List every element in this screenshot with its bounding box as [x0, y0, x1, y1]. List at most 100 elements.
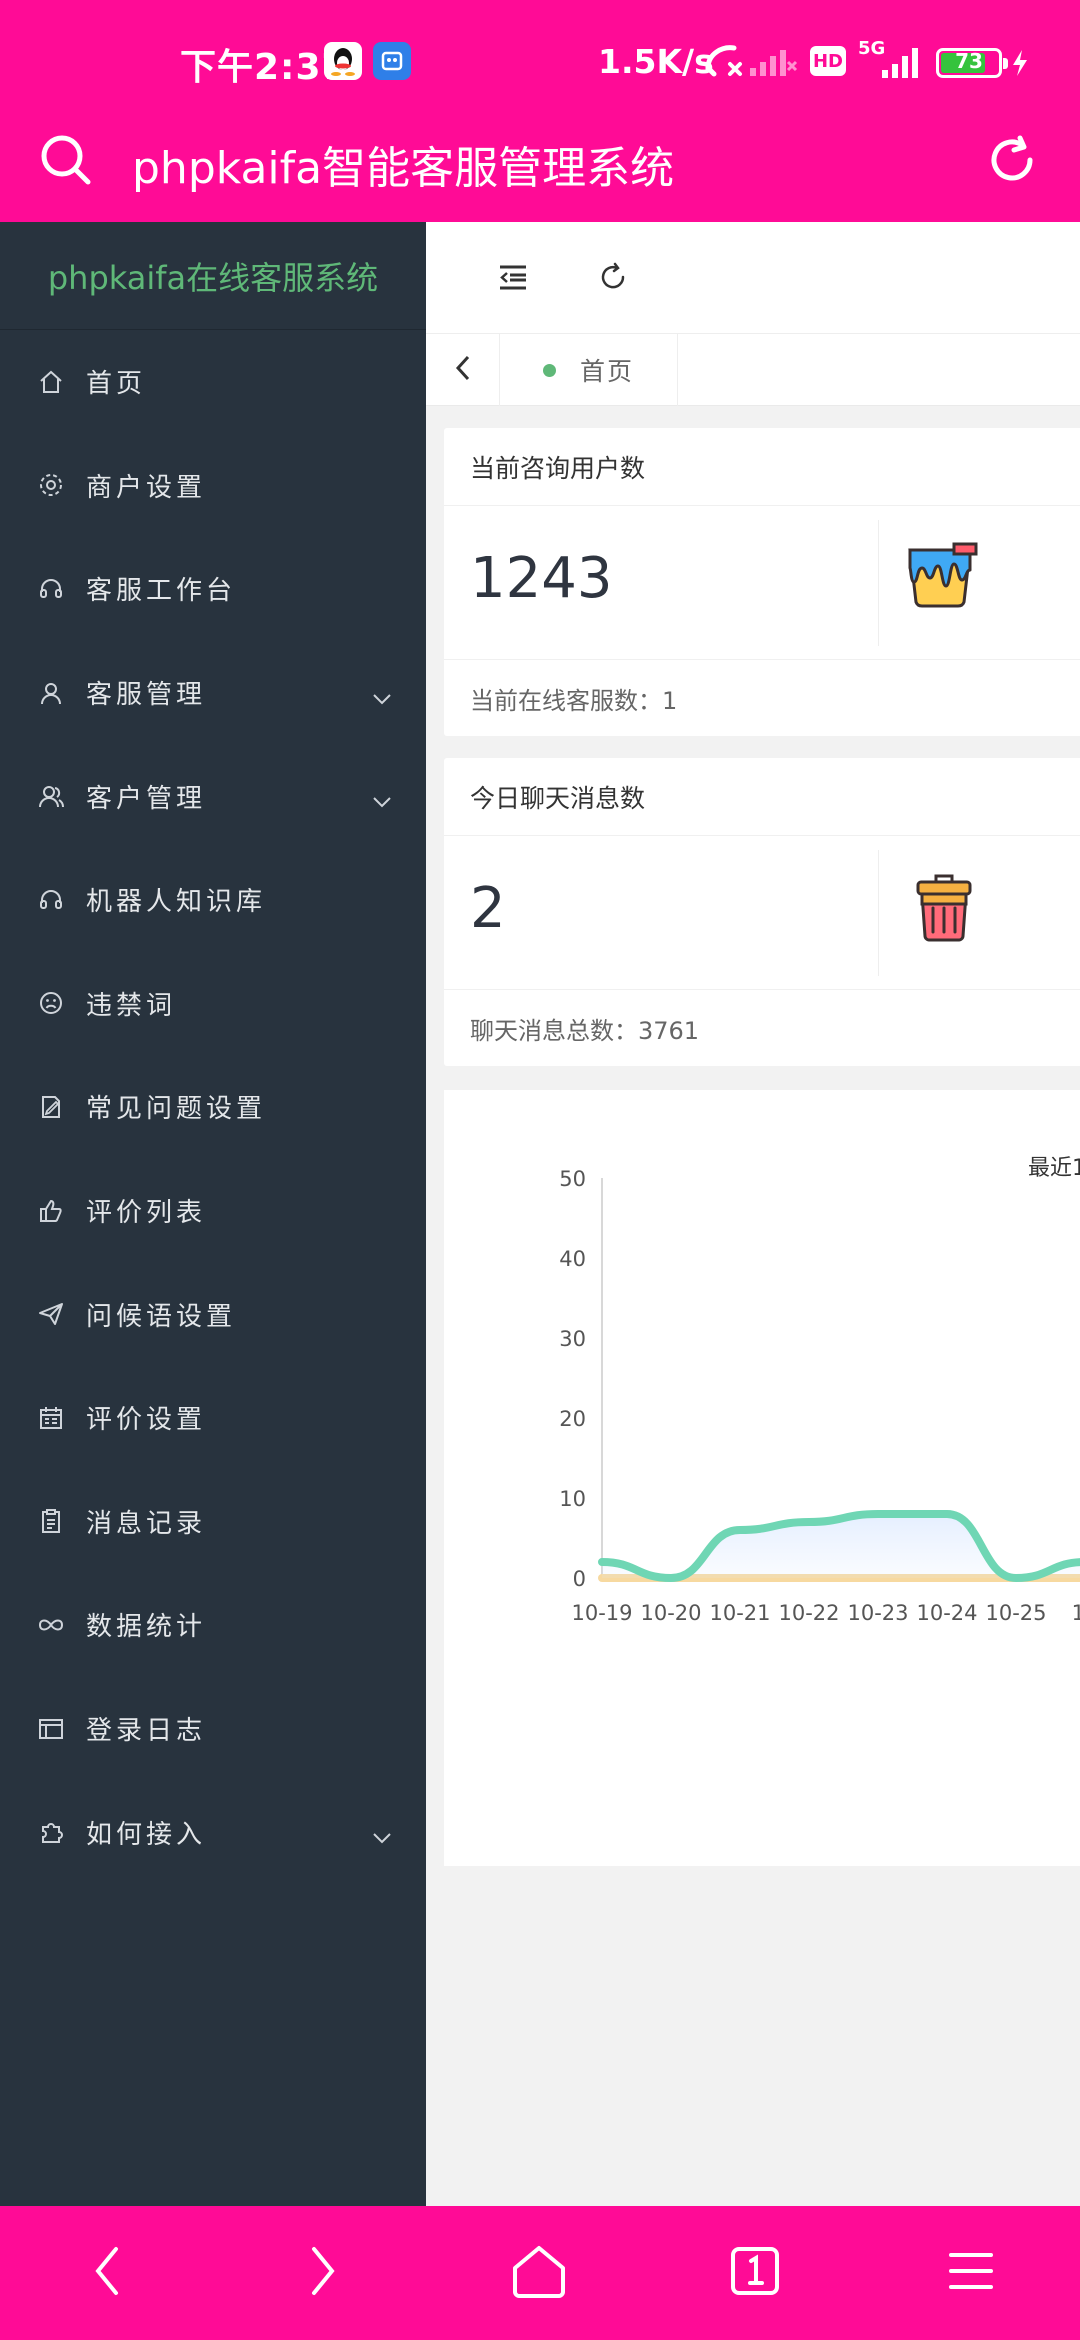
forward-button[interactable]	[286, 2236, 360, 2310]
sidebar-item-faq-settings[interactable]: 常见问题设置	[0, 1055, 426, 1159]
send-icon	[36, 1299, 66, 1329]
x-tick-label: 10-19	[571, 1601, 632, 1625]
home-icon	[511, 2244, 567, 2302]
sidebar-item-banned-words[interactable]: 违禁词	[0, 952, 426, 1056]
sidebar-item-label: 违禁词	[86, 990, 177, 1021]
sidebar-item-label: 客服管理	[86, 680, 207, 711]
x-tick-label: 10-24	[916, 1601, 977, 1625]
consulting-users-card: 当前咨询用户数 1243 当前在线客服数：1	[444, 428, 1080, 736]
today-messages-card: 今日聊天消息数 2 聊天消息总数：3761	[444, 758, 1080, 1066]
x-tick-label: 10-25	[985, 1601, 1046, 1625]
sidebar-item-review-settings[interactable]: 评价设置	[0, 1366, 426, 1470]
tab-bar: 首页	[426, 334, 1080, 406]
users-icon	[36, 781, 66, 811]
x-tick-label: 10	[1072, 1601, 1080, 1625]
browser-refresh-icon[interactable]	[984, 132, 1040, 192]
tab-count-icon	[729, 2245, 781, 2301]
card-body: 2	[444, 836, 1080, 990]
browser-bottom-nav	[0, 2206, 1080, 2340]
sidebar-item-review-list[interactable]: 评价列表	[0, 1159, 426, 1263]
x-tick-label: 10-21	[709, 1601, 770, 1625]
sidebar: phpkaifa在线客服系统 首页 商户设置 客服工作台 客服管理 客户管理 机…	[0, 222, 426, 2206]
edit-icon	[36, 1092, 66, 1122]
puzzle-icon	[36, 1817, 66, 1847]
call-off-icon	[704, 42, 744, 84]
sidebar-item-label: 消息记录	[86, 1508, 207, 1539]
sidebar-item-label: 客服工作台	[86, 576, 237, 607]
status-bar: 下午2:37 1.5K/s HD 5G 73	[0, 0, 1080, 118]
sidebar-item-statistics[interactable]: 数据统计	[0, 1573, 426, 1677]
sidebar-item-label: 商户设置	[86, 472, 207, 503]
sidebar-item-how-to-integrate[interactable]: 如何接入	[0, 1780, 426, 1884]
signal-sim1-icon	[748, 42, 798, 82]
signal-sim2-icon	[878, 42, 926, 84]
sidebar-item-label: 客户管理	[86, 783, 207, 814]
sidebar-item-home[interactable]: 首页	[0, 330, 426, 434]
x-tick-label: 10-20	[640, 1601, 701, 1625]
sidebar-item-customer-management[interactable]: 客户管理	[0, 744, 426, 848]
sidebar-logo[interactable]: phpkaifa在线客服系统	[0, 222, 426, 330]
y-tick-label: 20	[559, 1407, 586, 1431]
series-area-1	[602, 1514, 1080, 1578]
sidebar-item-label: 评价设置	[86, 1405, 207, 1436]
headset-icon	[36, 885, 66, 915]
chevron-down-icon	[372, 1822, 392, 1852]
tab-scroll-left-button[interactable]	[426, 334, 500, 406]
active-dot	[542, 363, 556, 377]
home-button[interactable]	[502, 2236, 576, 2310]
x-tick-label: 10-22	[778, 1601, 839, 1625]
status-time: 下午2:37	[180, 47, 348, 88]
tab-home[interactable]: 首页	[500, 334, 678, 406]
infinity-icon	[36, 1610, 66, 1640]
chevron-left-icon	[92, 2245, 122, 2301]
battery-indicator: 73	[936, 48, 1008, 78]
app-notification-icon	[373, 42, 411, 80]
sidebar-item-login-log[interactable]: 登录日志	[0, 1677, 426, 1781]
page-title[interactable]: phpkaifa智能客服管理系统	[132, 132, 674, 196]
card-title: 今日聊天消息数	[444, 758, 1080, 836]
y-tick-label: 40	[559, 1247, 586, 1271]
card-value: 2	[470, 876, 506, 941]
refresh-icon[interactable]	[598, 262, 628, 296]
menu-button[interactable]	[934, 2236, 1008, 2310]
sidebar-item-workbench[interactable]: 客服工作台	[0, 537, 426, 641]
sidebar-item-label: 首页	[86, 369, 147, 400]
gear-icon	[36, 470, 66, 500]
card-body: 1243	[444, 506, 1080, 660]
sidebar-item-label: 评价列表	[86, 1198, 207, 1229]
thumbs-up-icon	[36, 1196, 66, 1226]
search-icon[interactable]	[38, 132, 94, 192]
card-footer: 当前在线客服数：1	[470, 686, 678, 715]
user-icon	[36, 678, 66, 708]
browser-top-bar: 下午2:37 1.5K/s HD 5G 73 phpkaifa智能客服管理系统	[0, 0, 1080, 222]
sidebar-item-label: 如何接入	[86, 1819, 207, 1850]
sidebar-item-label: 登录日志	[86, 1716, 207, 1747]
sidebar-item-label: 问候语设置	[86, 1301, 237, 1332]
sidebar-item-merchant-settings[interactable]: 商户设置	[0, 434, 426, 538]
hd-badge: HD	[810, 46, 846, 76]
main-header	[426, 222, 1080, 334]
paint-bucket-icon	[904, 540, 980, 614]
message-trend-chart: 0 10 20 30 40 50 10-19 10-20 10-21 10-22 10-23 10-2…	[559, 1167, 1080, 1625]
tabs-button[interactable]	[718, 2236, 792, 2310]
sidebar-item-agent-management[interactable]: 客服管理	[0, 641, 426, 745]
main-content: 首页 当前咨询用户数 1243 当前在线客服数：1 今日聊天消息数 2 聊天消息…	[426, 222, 1080, 2206]
sad-face-icon	[36, 988, 66, 1018]
home-icon	[36, 367, 66, 397]
sidebar-item-greeting-settings[interactable]: 问候语设置	[0, 1262, 426, 1366]
collapse-menu-icon[interactable]	[498, 262, 528, 296]
chevron-down-icon	[372, 786, 392, 816]
window-icon	[36, 1714, 66, 1744]
back-button[interactable]	[70, 2236, 144, 2310]
card-footer: 聊天消息总数：3761	[470, 1016, 700, 1045]
y-tick-label: 30	[559, 1327, 586, 1351]
clipboard-icon	[36, 1506, 66, 1536]
sidebar-item-label: 机器人知识库	[86, 887, 267, 918]
headset-icon	[36, 574, 66, 604]
charging-icon	[1010, 48, 1030, 82]
sidebar-item-label: 数据统计	[86, 1612, 207, 1643]
x-tick-label: 10-23	[847, 1601, 908, 1625]
sidebar-item-robot-knowledge[interactable]: 机器人知识库	[0, 848, 426, 952]
chevron-right-icon	[308, 2245, 338, 2301]
sidebar-item-message-records[interactable]: 消息记录	[0, 1470, 426, 1574]
